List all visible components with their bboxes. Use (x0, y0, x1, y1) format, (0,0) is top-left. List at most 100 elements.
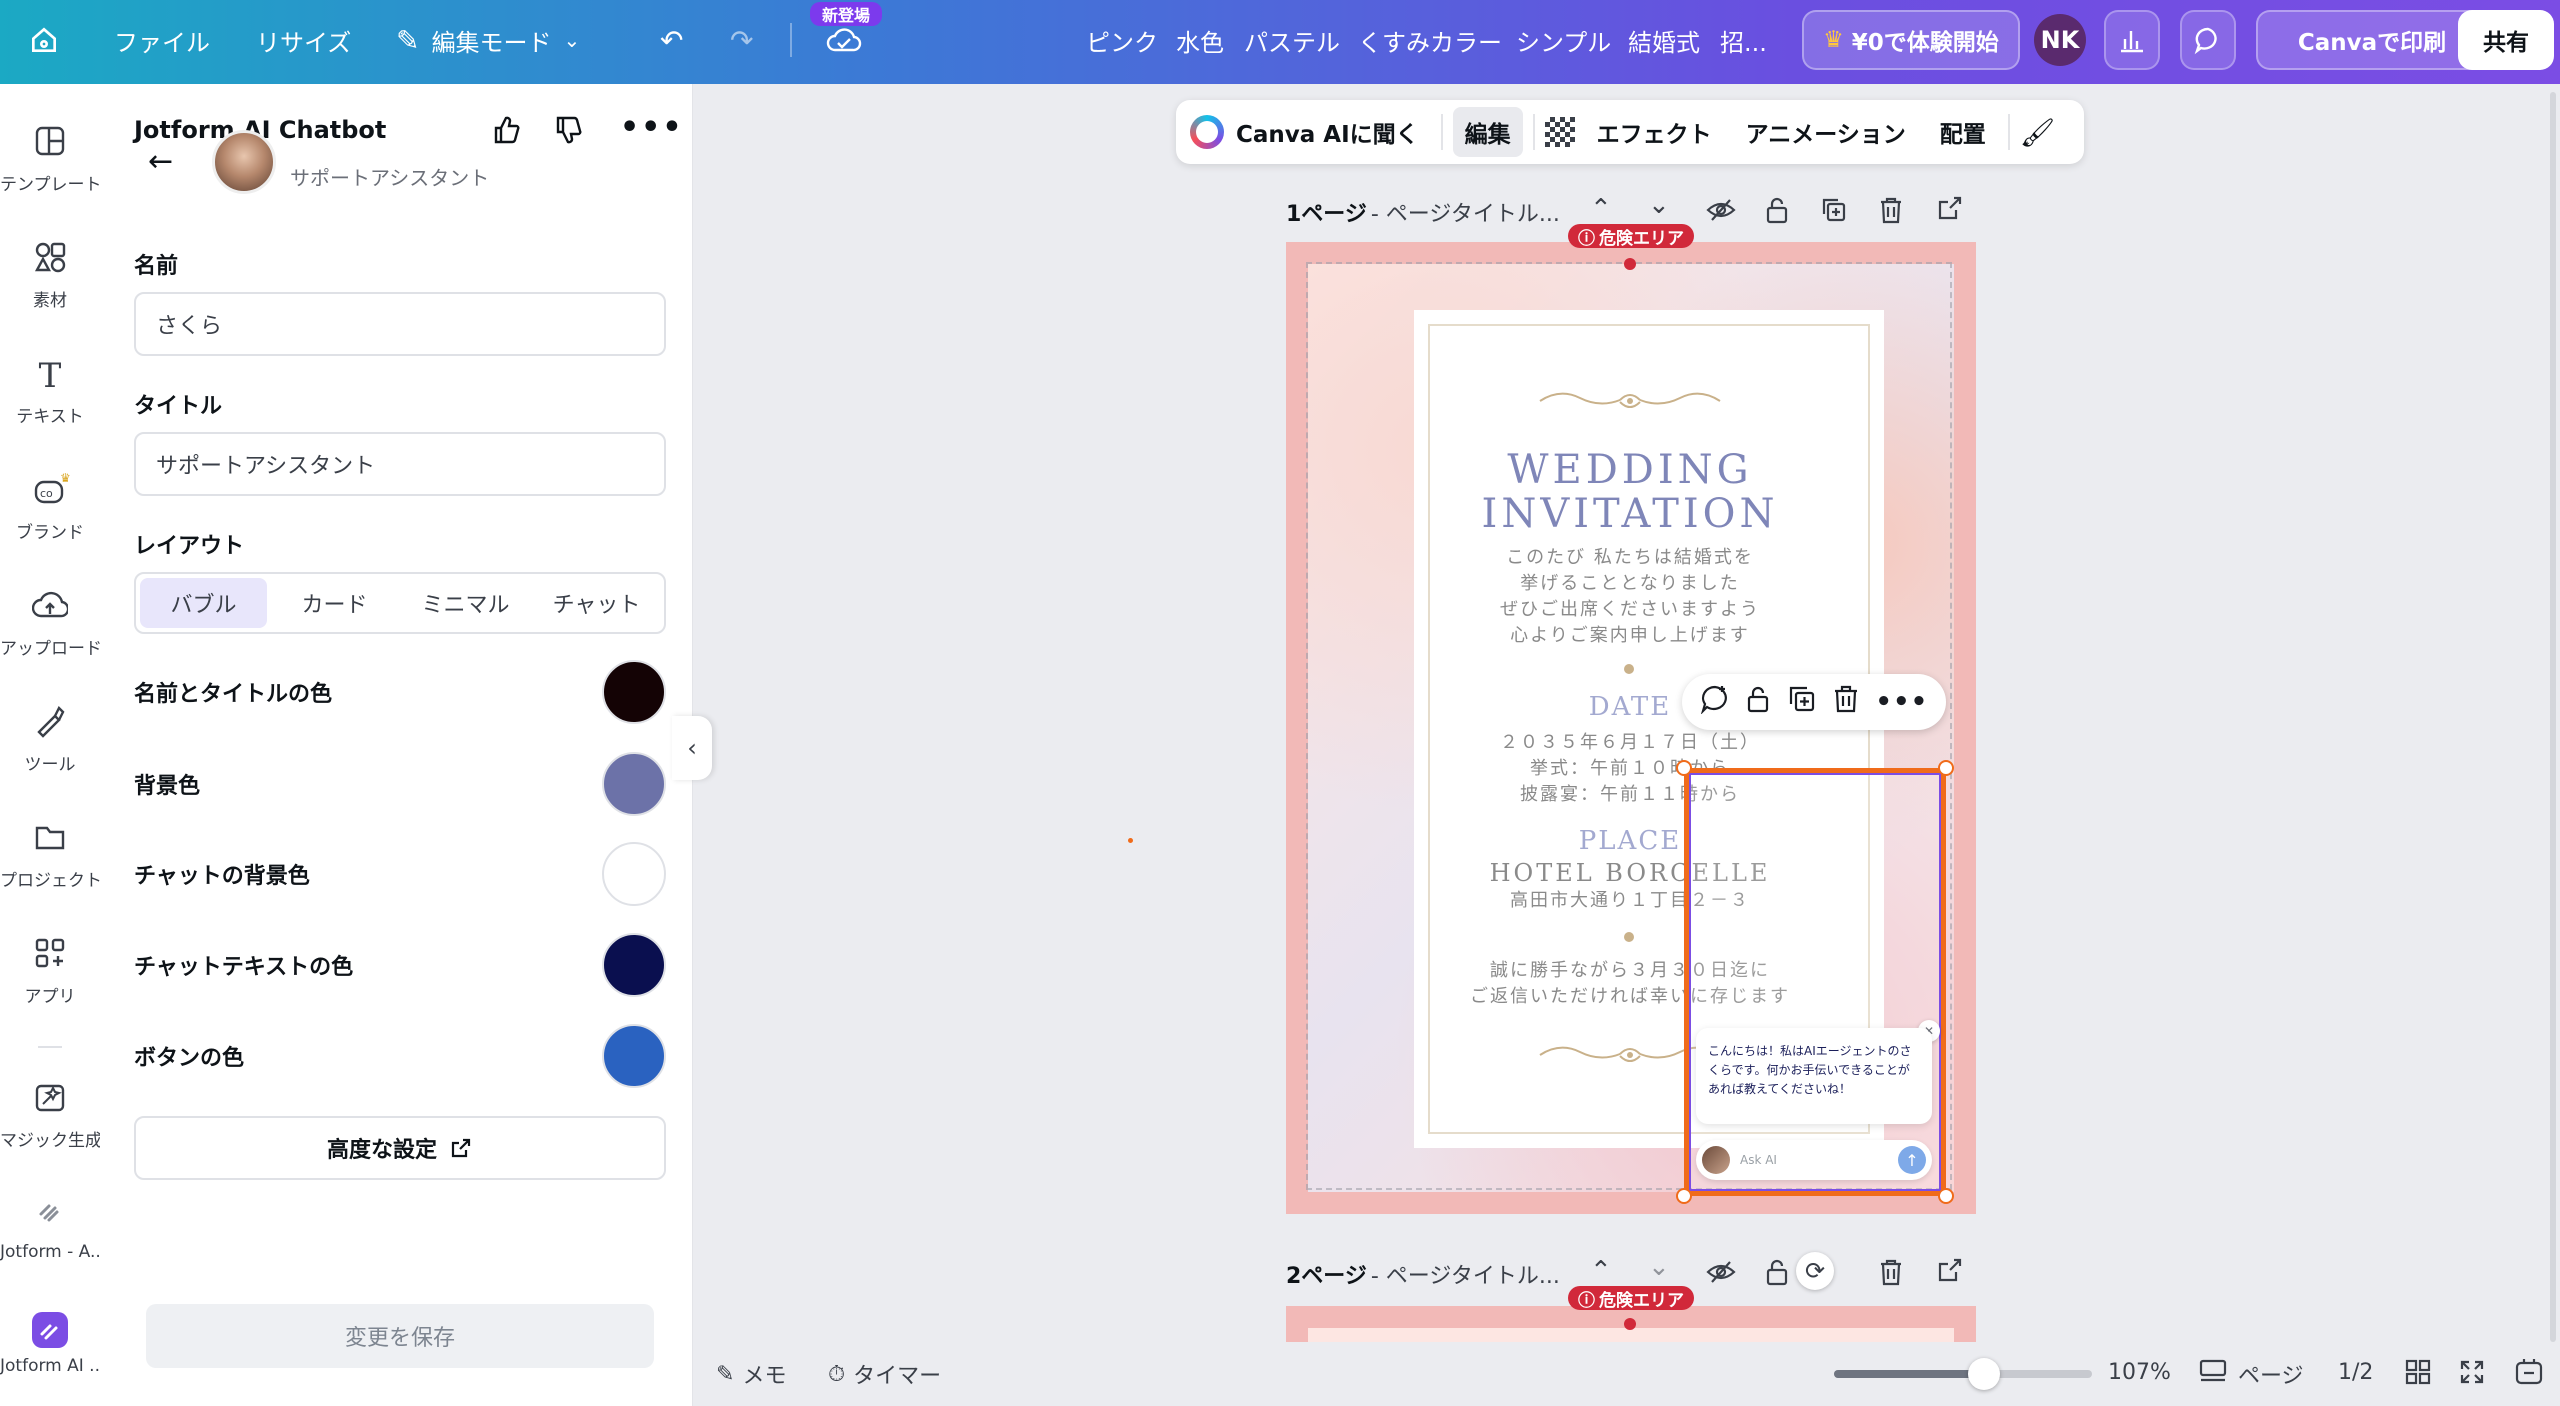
page-count[interactable]: 1/2 (2338, 1360, 2373, 1385)
more-options-icon[interactable]: ••• (1875, 687, 1928, 717)
fullscreen-icon[interactable] (2458, 1358, 2486, 1390)
insights-button[interactable] (2104, 10, 2160, 70)
more-options-icon[interactable]: ••• (620, 110, 684, 145)
thumbs-up-button[interactable] (490, 114, 522, 150)
trash-icon[interactable] (1878, 1258, 1904, 1293)
animation-button[interactable]: アニメーション (1734, 107, 1918, 157)
elements-icon (0, 240, 100, 280)
zoom-slider[interactable] (1834, 1370, 2092, 1378)
rail-item-projects[interactable]: プロジェクト (0, 820, 100, 891)
arrange-button[interactable]: 配置 (1928, 107, 1998, 157)
send-arrow-icon[interactable]: ↑ (1898, 1146, 1926, 1174)
advanced-settings-button[interactable]: 高度な設定 (134, 1116, 666, 1180)
thumbs-down-icon (556, 116, 582, 144)
lock-icon[interactable] (1745, 684, 1771, 721)
refresh-icon[interactable]: ⟳ (1796, 1252, 1834, 1290)
duplicate-icon[interactable] (1820, 196, 1848, 231)
save-changes-button[interactable]: 変更を保存 (146, 1304, 654, 1368)
comments-button[interactable] (2180, 10, 2236, 70)
color-swatch[interactable] (602, 1024, 666, 1088)
layout-option-chat[interactable]: チャット (533, 578, 660, 628)
add-page-icon[interactable] (1936, 1256, 1964, 1291)
chevron-up-icon[interactable]: ⌃ (1590, 1256, 1612, 1286)
trash-icon[interactable] (1832, 684, 1860, 721)
canva-ai-icon (1190, 115, 1224, 149)
color-swatch[interactable] (602, 842, 666, 906)
page-title-input[interactable]: - ページタイトル... (1371, 1258, 1560, 1290)
canvas-scrollbar[interactable] (2550, 92, 2556, 1342)
layout-option-bubble[interactable]: バブル (140, 578, 267, 628)
color-swatch[interactable] (602, 660, 666, 724)
name-input[interactable]: さくら (134, 292, 666, 356)
chevron-up-icon[interactable]: ⌃ (1590, 194, 1612, 224)
chatbot-embed-selection[interactable] (1684, 768, 1946, 1196)
chat-input-placeholder[interactable]: Ask AI (1740, 1153, 1888, 1167)
keyword-chip[interactable]: シンプル (1516, 0, 1611, 80)
page1-header: 1ページ - ページタイトル... (1286, 192, 1560, 232)
keyword-chip[interactable]: ピンク (1086, 0, 1158, 80)
lock-icon[interactable] (1764, 1258, 1790, 1293)
chevron-down-icon[interactable]: ⌄ (1648, 1252, 1670, 1282)
redo-button[interactable]: ↷ (730, 0, 753, 80)
share-button[interactable]: 共有 (2458, 10, 2554, 70)
print-button[interactable]: Canvaで印刷 (2256, 10, 2488, 70)
hide-icon[interactable] (1706, 1258, 1736, 1293)
duplicate-icon[interactable] (1787, 684, 1817, 721)
help-icon[interactable] (2512, 1356, 2546, 1392)
rail-item-text[interactable]: T テキスト (0, 356, 100, 427)
home-button[interactable] (28, 0, 60, 80)
trash-icon[interactable] (1878, 196, 1904, 231)
rail-item-tools[interactable]: ツール (0, 704, 100, 775)
add-page-icon[interactable] (1936, 194, 1964, 229)
resize-menu[interactable]: リサイズ (256, 0, 351, 80)
page-title-input[interactable]: - ページタイトル... (1371, 196, 1560, 228)
file-menu[interactable]: ファイル (114, 0, 210, 80)
rail-item-magic[interactable]: マジック生成 (0, 1080, 100, 1151)
keyword-chip[interactable]: 招... (1720, 0, 1767, 80)
ask-ai-button[interactable]: Canva AIに聞く (1234, 107, 1431, 157)
keyword-chip[interactable]: 水色 (1176, 0, 1224, 80)
rail-item-upload[interactable]: アップロード (0, 588, 100, 659)
rail-item-jotform-ai[interactable]: Jotform AI ... (0, 1310, 100, 1376)
rail-item-brand[interactable]: co ♛ ブランド (0, 471, 100, 543)
zoom-slider-knob[interactable] (1968, 1358, 2000, 1390)
back-arrow-icon[interactable]: ← (148, 144, 173, 179)
chevron-down-icon[interactable]: ⌄ (1648, 190, 1670, 220)
layout-option-minimal[interactable]: ミニマル (402, 578, 529, 628)
resize-handle[interactable] (1938, 1188, 1954, 1204)
notes-button[interactable]: ✎ メモ (716, 1358, 786, 1390)
resize-handle[interactable] (1676, 760, 1692, 776)
transparency-icon[interactable] (1544, 117, 1575, 147)
title-input[interactable]: サポートアシスタント (134, 432, 666, 496)
avatar[interactable]: NK (2034, 14, 2086, 66)
grid-view-icon[interactable] (2404, 1358, 2432, 1390)
paint-roller-icon[interactable]: 🖌 (2020, 116, 2056, 149)
rail-item-elements[interactable]: 素材 (0, 240, 100, 311)
keyword-chip[interactable]: パステル (1244, 0, 1340, 80)
undo-button[interactable]: ↶ (660, 0, 683, 80)
chat-input-bar[interactable]: Ask AI ↑ (1696, 1140, 1932, 1180)
collapse-panel-button[interactable]: ‹ (672, 716, 712, 780)
keyword-chip[interactable]: 結婚式 (1628, 0, 1700, 80)
lock-icon[interactable] (1764, 196, 1790, 231)
edit-button[interactable]: 編集 (1452, 107, 1523, 157)
rail-item-jotform[interactable]: Jotform - A... (0, 1196, 100, 1262)
effects-button[interactable]: エフェクト (1585, 107, 1724, 157)
trial-button[interactable]: ♛ ¥0で体験開始 (1802, 10, 2020, 70)
keyword-chip[interactable]: くすみカラー (1358, 0, 1502, 80)
rail-item-apps[interactable]: アプリ (0, 936, 100, 1007)
rail-item-templates[interactable]: テンプレート (0, 124, 100, 195)
color-swatch[interactable] (602, 752, 666, 816)
zoom-level[interactable]: 107% (2108, 1360, 2171, 1385)
pages-button[interactable]: ページ (2198, 1358, 2304, 1390)
color-swatch[interactable] (602, 933, 666, 997)
resize-handle[interactable] (1676, 1188, 1692, 1204)
resize-handle[interactable] (1938, 760, 1954, 776)
layout-option-card[interactable]: カード (271, 578, 398, 628)
comment-add-icon[interactable] (1700, 684, 1730, 721)
timer-button[interactable]: ⏱ タイマー (828, 1358, 941, 1390)
hide-icon[interactable] (1706, 196, 1736, 231)
thumbs-down-button[interactable] (552, 114, 584, 150)
page-number: 1ページ (1286, 202, 1367, 227)
edit-mode-menu[interactable]: ✎ 編集モード ⌄ (396, 0, 580, 80)
